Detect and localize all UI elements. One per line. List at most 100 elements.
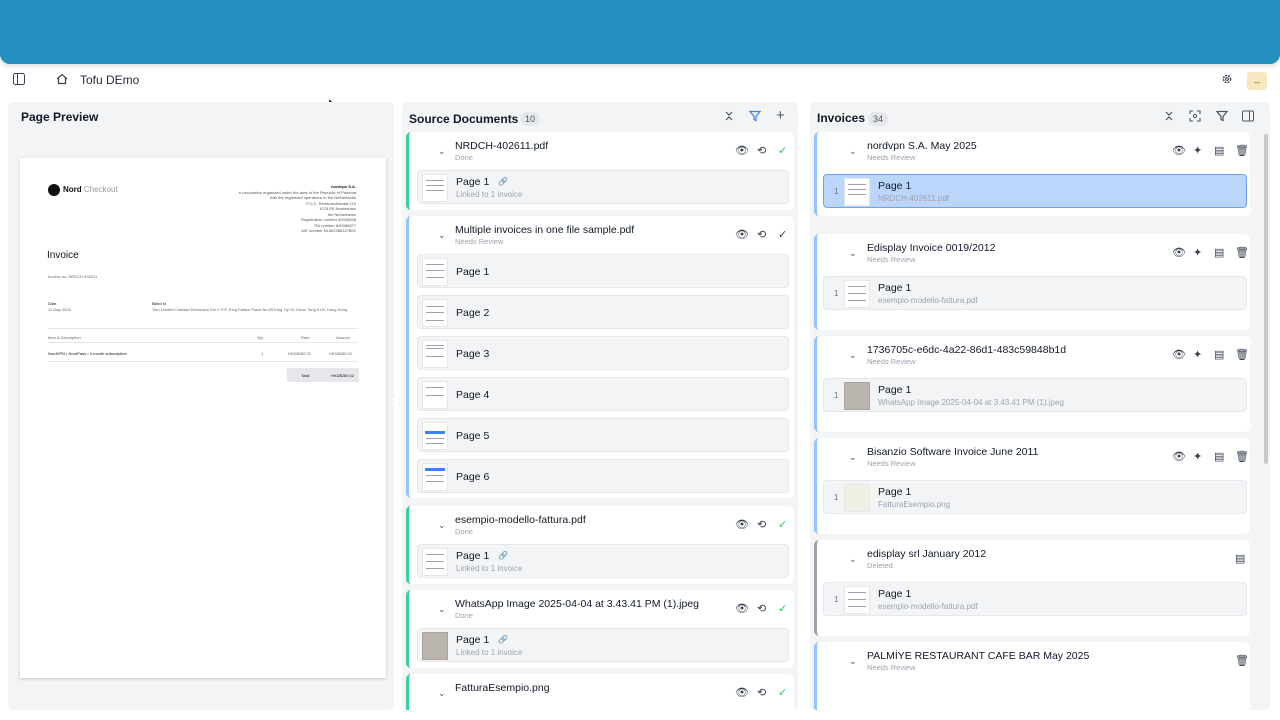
page-label: Page 1 [878,180,912,192]
chevron-down-icon[interactable]: ⌄ [438,520,446,531]
sparkle-icon[interactable]: ✦ [1193,247,1202,259]
reprocess-icon[interactable]: ⟲ [757,145,766,157]
page-row[interactable]: Page 1 [417,254,789,288]
invoice-page-row[interactable]: 1 Page 1 esempio-modello-fattura.pdf [823,582,1247,616]
page-row[interactable]: Page 6 [417,459,789,493]
reprocess-icon[interactable]: ⟲ [757,229,766,241]
invoice-page-row[interactable]: 1 Page 1 esempio-modello-fattura.pdf [823,276,1247,310]
split-view-icon[interactable] [1242,110,1254,126]
invoice-preview[interactable]: Nord Checkout nordvpn S.A. a corporation… [20,158,386,678]
filter-icon[interactable] [1215,110,1229,126]
trash-icon[interactable]: 🗑 [1235,145,1249,157]
eye-icon[interactable]: 👁 [1172,247,1186,259]
reprocess-icon[interactable]: ⟲ [757,603,766,615]
document-icon[interactable]: ▤ [1235,553,1245,565]
eye-icon[interactable]: 👁 [735,519,749,531]
chevron-down-icon[interactable]: ⌄ [849,146,857,157]
line-item: NordVPN • NordPass • 1-month subscriptio… [48,351,127,356]
invoice-card[interactable]: ⌄ nordvpn S.A. May 2025 Needs Review 👁 ✦… [814,132,1250,216]
focus-icon[interactable] [1189,110,1201,126]
avatar[interactable]: _ [1247,72,1267,90]
invoice-card[interactable]: ⌄ 1736705c-e6dc-4a22-86d1-483c59848b1d N… [814,336,1250,432]
sidebar-toggle-icon[interactable] [13,73,25,88]
document-name: FatturaEsempio.png [455,682,550,694]
invoice-card[interactable]: ⌄ PALMİYE RESTAURANT CAFE BAR May 2025 N… [814,642,1250,710]
scrollbar[interactable] [1264,134,1268,464]
gear-icon[interactable] [1221,73,1233,88]
page-label: Page 4 [456,389,490,401]
chevron-down-icon[interactable]: ⌄ [849,248,857,259]
col-item: Item & Description [48,335,81,340]
page-source-file: WhatsApp Image 2025-04-04 at 3.43.41 PM … [878,398,1064,407]
eye-icon[interactable]: 👁 [1172,451,1186,463]
page-row[interactable]: Page 4 [417,377,789,411]
sparkle-icon[interactable]: ✦ [1193,451,1202,463]
sparkle-icon[interactable]: ✦ [1193,145,1202,157]
check-icon[interactable]: ✓ [778,687,787,699]
document-icon[interactable]: ▤ [1214,247,1224,259]
chevron-down-icon[interactable]: ⌄ [438,230,446,241]
chevron-down-icon[interactable]: ⌄ [438,146,446,157]
photo-thumbnail [844,382,870,410]
trash-icon[interactable]: 🗑 [1235,349,1249,361]
page-row[interactable]: Page 1 🔗 Linked to 1 invoice [417,544,789,578]
eye-icon[interactable]: 👁 [735,145,749,157]
trash-icon[interactable]: 🗑 [1235,655,1249,667]
chevron-down-icon[interactable]: ⌄ [849,350,857,361]
document-icon[interactable]: ▤ [1214,145,1224,157]
home-icon[interactable] [56,73,68,88]
invoice-card[interactable]: ⌄ Bisanzio Software Invoice June 2011 Ne… [814,438,1250,534]
eye-icon[interactable]: 👁 [735,687,749,699]
page-label: Page 1 [456,176,490,188]
reprocess-icon[interactable]: ⟲ [757,519,766,531]
eye-icon[interactable]: 👁 [1172,145,1186,157]
document-icon[interactable]: ▤ [1214,349,1224,361]
brand-logo: Nord Checkout [48,184,118,196]
source-document-card[interactable]: ⌄ Multiple invoices in one file sample.p… [406,216,794,498]
collapse-icon[interactable] [1164,110,1174,126]
chevron-down-icon[interactable]: ⌄ [438,688,446,699]
trash-icon[interactable]: 🗑 [1235,451,1249,463]
total-box: Total HKD$280.02 [287,368,359,382]
page-row[interactable]: Page 1 🔗 Linked to 1 invoice [417,628,789,662]
page-row[interactable]: Page 1 🔗 Linked to 1 invoice [417,170,789,204]
eye-icon[interactable]: 👁 [735,229,749,241]
trash-icon[interactable]: 🗑 [1235,247,1249,259]
page-row[interactable]: Page 2 [417,295,789,329]
chevron-down-icon[interactable]: ⌄ [849,452,857,463]
source-document-card[interactable]: ⌄ NRDCH-402611.pdf Done 👁 ⟲ ✓ Page 1 🔗 L… [406,132,794,210]
filter-icon[interactable] [748,110,762,126]
source-document-card[interactable]: ⌄ WhatsApp Image 2025-04-04 at 3.43.41 P… [406,590,794,668]
chevron-down-icon[interactable]: ⌄ [849,554,857,565]
invoice-card[interactable]: ⌄ edisplay srl January 2012 Deleted ▤ 1 … [814,540,1250,636]
invoice-page-row[interactable]: 1 Page 1 FatturaEsempio.png [823,480,1247,514]
chevron-down-icon[interactable]: ⌄ [849,656,857,667]
page-thumbnail [844,280,870,308]
plus-icon[interactable]: + [776,108,785,124]
check-icon[interactable]: ✓ [778,229,787,241]
invoice-page-row[interactable]: 1 Page 1 WhatsApp Image 2025-04-04 at 3.… [823,378,1247,412]
collapse-icon[interactable] [724,110,734,126]
eye-icon[interactable]: 👁 [735,603,749,615]
source-document-card[interactable]: ⌄ FatturaEsempio.png 👁 ⟲ ✓ [406,674,794,710]
invoice-card[interactable]: ⌄ Edisplay Invoice 0019/2012 Needs Revie… [814,234,1250,330]
chevron-down-icon[interactable]: ⌄ [438,604,446,615]
invoice-page-row[interactable]: 1 Page 1 NRDCH-402611.pdf [823,174,1247,208]
check-icon[interactable]: ✓ [778,603,787,615]
billed-label: Billed to [152,301,167,306]
check-icon[interactable]: ✓ [778,519,787,531]
app-bar: Tofu DEmo _ [0,64,1280,98]
app-title[interactable]: Tofu DEmo [80,73,139,87]
document-name: esempio-modello-fattura.pdf [455,514,586,526]
check-icon[interactable]: ✓ [778,145,787,157]
link-icon: 🔗 [498,551,508,560]
document-icon[interactable]: ▤ [1214,451,1224,463]
page-row[interactable]: Page 5 [417,418,789,452]
resize-handle[interactable]: ⋮ [801,398,809,407]
page-number: 1 [834,595,839,604]
sparkle-icon[interactable]: ✦ [1193,349,1202,361]
reprocess-icon[interactable]: ⟲ [757,687,766,699]
source-document-card[interactable]: ⌄ esempio-modello-fattura.pdf Done 👁 ⟲ ✓… [406,506,794,584]
page-row[interactable]: Page 3 [417,336,789,370]
eye-icon[interactable]: 👁 [1172,349,1186,361]
